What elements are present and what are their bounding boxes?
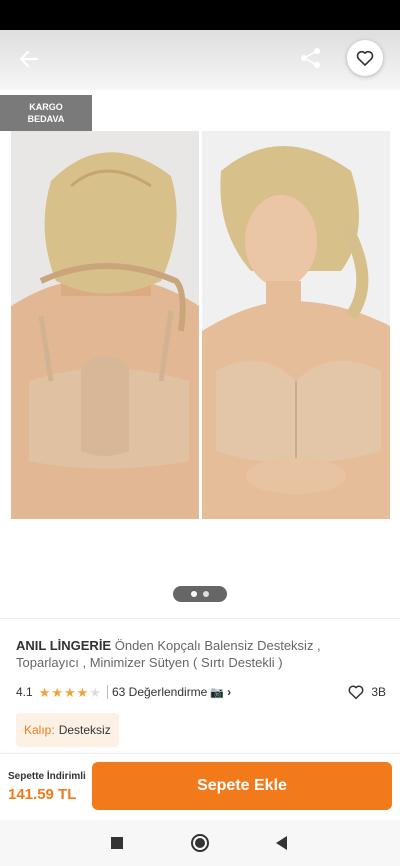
star-icon: ★ (51, 684, 63, 700)
heart-icon (356, 50, 374, 66)
star-icon: ★ (89, 684, 101, 700)
chevron-right-icon: › (227, 685, 232, 699)
product-photo-back-view (11, 131, 199, 519)
favorite-button[interactable] (347, 40, 383, 76)
favorites-count-button[interactable]: 3B (347, 683, 386, 701)
star-icon: ★ (64, 684, 76, 700)
share-button[interactable] (296, 44, 326, 74)
product-title: ANIL LİNGERİE Önden Kopçalı Balensiz Des… (16, 637, 386, 671)
badge-line-2: BEDAVA (27, 114, 65, 124)
system-back-button[interactable] (272, 833, 292, 853)
reviews-count: 63 Değerlendirme (111, 685, 208, 699)
back-button[interactable] (14, 44, 44, 74)
attribute-key: Kalıp: (24, 723, 55, 737)
price: 141.59 TL (8, 786, 77, 803)
badge-line-1: KARGO (29, 102, 63, 112)
home-circle-icon (191, 834, 209, 852)
rating-row: 4.1 ★ ★ ★ ★ ★ 63 Değerlendirme 📷 › 3B (16, 683, 386, 701)
gallery-page-indicator[interactable] (173, 586, 227, 602)
share-icon (301, 48, 320, 68)
system-navigation-bar (0, 820, 400, 866)
discount-label: Sepette İndirimli (8, 771, 86, 782)
star-icon: ★ (38, 684, 51, 700)
gallery-header-fade (0, 30, 400, 90)
back-arrow-icon (19, 50, 39, 68)
brand-name[interactable]: ANIL LİNGERİE (16, 638, 111, 653)
status-bar (0, 0, 400, 30)
triangle-back-icon (276, 836, 287, 850)
bottom-action-bar: Sepette İndirimli 141.59 TL Sepete Ekle (0, 753, 400, 819)
page-dot[interactable] (203, 591, 209, 597)
square-icon (111, 837, 123, 849)
favorites-count: 3B (371, 685, 386, 699)
camera-icon: 📷 (210, 686, 225, 699)
add-to-cart-button[interactable]: Sepete Ekle (92, 762, 392, 810)
heart-icon (348, 685, 364, 700)
rating-stars: ★ ★ ★ ★ ★ (39, 686, 101, 699)
page-dot[interactable] (191, 591, 197, 597)
separator (106, 685, 108, 699)
attribute-chip-kalip[interactable]: Kalıp: Desteksiz (16, 713, 119, 747)
free-shipping-badge: KARGO BEDAVA (0, 95, 92, 131)
product-photo-front-view (202, 131, 390, 519)
reviews-link[interactable]: 63 Değerlendirme 📷 › (112, 685, 231, 699)
attribute-value: Desteksiz (58, 723, 111, 737)
divider (0, 618, 400, 619)
star-icon: ★ (76, 684, 89, 700)
recents-button[interactable] (107, 833, 127, 853)
rating-score: 4.1 (16, 685, 33, 699)
home-button[interactable] (190, 833, 210, 853)
product-photo[interactable] (11, 131, 390, 519)
